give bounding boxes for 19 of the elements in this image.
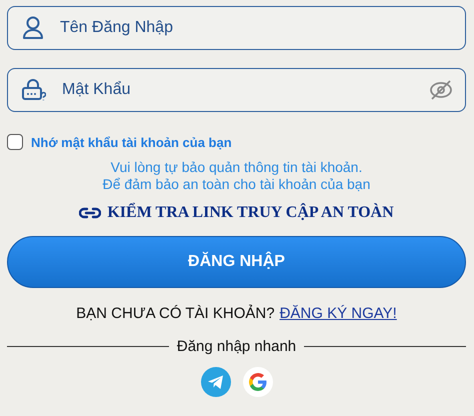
remember-checkbox[interactable] <box>7 134 23 150</box>
eye-off-icon[interactable] <box>429 79 453 101</box>
notice-text: Để đảm bảo an toàn cho tài khoản của bạn <box>102 176 370 193</box>
notice-text: Vui lòng tự bảo quản thông tin tài khoản. <box>110 159 362 176</box>
link-icon <box>79 207 102 219</box>
register-link[interactable]: ĐĂNG KÝ NGAY! <box>280 305 397 322</box>
lock-icon <box>22 79 46 101</box>
safe-access-link[interactable]: KIỂM TRA LINK TRUY CẬP AN TOÀN <box>79 204 394 222</box>
login-button[interactable]: ĐĂNG NHẬP <box>7 236 466 288</box>
username-input[interactable]: Tên Đăng Nhập <box>58 18 453 38</box>
remember-label: Nhớ mật khẩu tài khoản của bạn <box>31 134 232 150</box>
password-field[interactable]: Mật Khẩu <box>7 68 466 112</box>
username-field[interactable]: Tên Đăng Nhập <box>7 6 466 50</box>
user-icon <box>22 16 44 40</box>
register-question: BẠN CHƯA CÓ TÀI KHOẢN? <box>76 305 275 322</box>
telegram-button[interactable] <box>200 367 230 397</box>
quick-login-label: Đăng nhập nhanh <box>176 338 296 355</box>
password-input[interactable]: Mật Khẩu <box>60 80 415 100</box>
google-button[interactable] <box>242 367 272 397</box>
